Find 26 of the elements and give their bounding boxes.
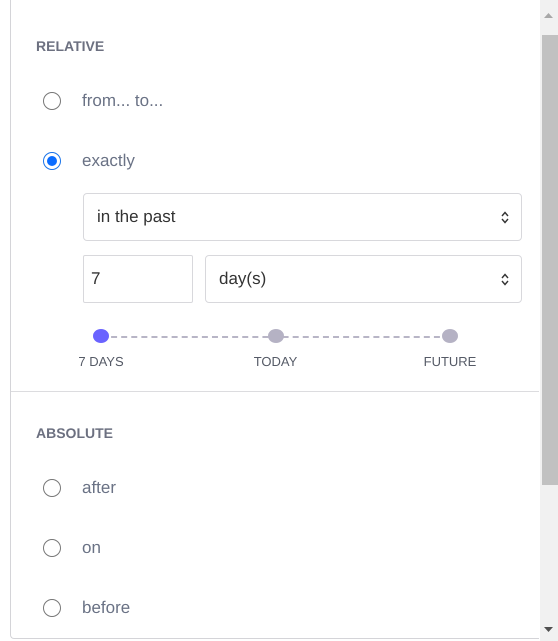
dropdown[interactable]: in the past <box>83 193 522 241</box>
radio-button[interactable] <box>43 92 61 110</box>
timeline-label: 7 DAYS <box>78 354 124 369</box>
timeline-dot[interactable] <box>442 329 458 343</box>
timeline-dot[interactable] <box>268 329 284 343</box>
scrollbar[interactable] <box>540 0 558 641</box>
timeline-dot[interactable] <box>93 329 109 343</box>
option-label[interactable]: after <box>82 478 116 498</box>
section-heading: RELATIVE <box>36 37 106 55</box>
updown-caret-icon <box>501 210 509 224</box>
timeline-label: TODAY <box>254 354 298 369</box>
scrollbar-thumb[interactable] <box>542 35 558 485</box>
updown-caret-icon <box>501 272 509 286</box>
radio-button[interactable] <box>43 599 61 617</box>
timeline-label: FUTURE <box>424 354 476 369</box>
radio-button[interactable] <box>43 479 61 497</box>
option-label[interactable]: from... to... <box>82 91 164 111</box>
option-label[interactable]: before <box>82 598 130 618</box>
number-field[interactable]: 7 <box>83 255 193 303</box>
radio-button[interactable] <box>43 152 61 170</box>
option-label[interactable]: exactly <box>82 151 135 171</box>
dropdown[interactable]: day(s) <box>205 255 522 303</box>
option-label[interactable]: on <box>82 538 101 558</box>
scroll-down-icon[interactable] <box>544 627 554 632</box>
section-heading: ABSOLUTE <box>36 424 114 442</box>
radio-button[interactable] <box>43 539 61 557</box>
